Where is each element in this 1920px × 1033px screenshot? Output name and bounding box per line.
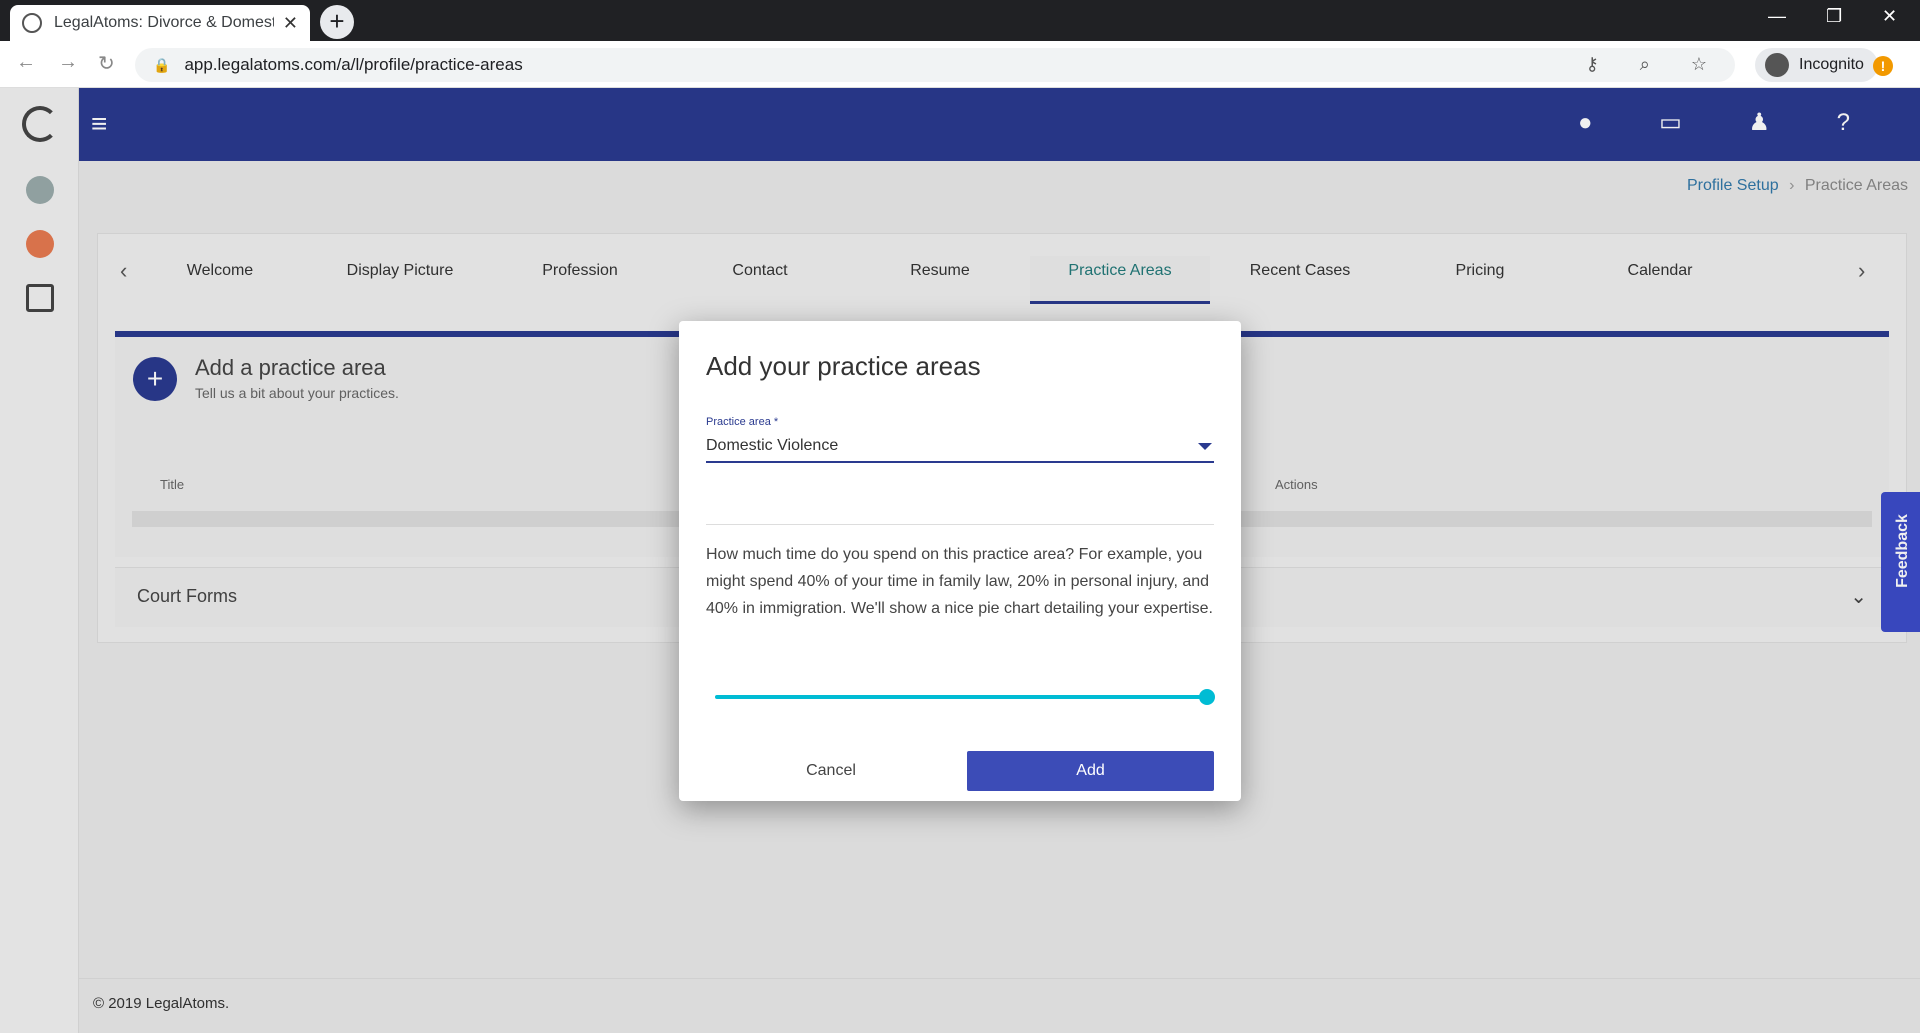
slider-thumb[interactable] — [1199, 689, 1215, 705]
time-percentage-slider[interactable] — [715, 689, 1215, 705]
practice-area-label: Practice area * — [706, 416, 779, 428]
forward-icon[interactable]: → — [58, 51, 78, 74]
new-tab-button[interactable]: + — [320, 5, 354, 39]
close-window-icon[interactable]: ✕ — [1882, 6, 1897, 27]
time-description: How much time do you spend on this pract… — [706, 546, 1213, 617]
restore-icon[interactable]: ❐ — [1826, 6, 1842, 27]
cancel-button[interactable]: Cancel — [706, 751, 956, 791]
incognito-badge[interactable]: Incognito — [1755, 48, 1878, 82]
close-tab-icon[interactable]: ✕ — [283, 13, 298, 34]
add-practice-areas-dialog: Add your practice areas Practice area * … — [679, 321, 1241, 801]
incognito-icon — [1765, 53, 1789, 77]
reload-icon[interactable]: ↻ — [98, 51, 115, 76]
practice-area-select[interactable]: Domestic Violence — [706, 433, 1214, 463]
tab-title: LegalAtoms: Divorce & Domestic — [54, 14, 274, 31]
update-alert-icon[interactable]: ! — [1873, 56, 1893, 76]
add-button[interactable]: Add — [967, 751, 1214, 791]
back-icon[interactable]: ← — [16, 51, 36, 74]
incognito-label: Incognito — [1799, 56, 1864, 73]
omnibox-icons[interactable]: ⚷ ⌕ ☆ — [1586, 54, 1725, 75]
divider — [706, 524, 1214, 525]
lock-icon: 🔒 — [153, 56, 171, 73]
practice-area-value: Domestic Violence — [706, 437, 839, 454]
legalatoms-favicon-icon — [22, 13, 42, 33]
minimize-icon[interactable]: — — [1768, 6, 1786, 27]
browser-tab[interactable]: LegalAtoms: Divorce & Domestic ✕ — [10, 5, 310, 41]
dialog-title: Add your practice areas — [706, 351, 981, 381]
url-field[interactable]: 🔒 app.legalatoms.com/a/l/profile/practic… — [135, 48, 1735, 82]
address-bar-row: ← → ↻ 🔒 app.legalatoms.com/a/l/profile/p… — [0, 41, 1920, 88]
browser-tab-strip: LegalAtoms: Divorce & Domestic ✕ + — ❐ ✕ — [0, 0, 1920, 41]
caret-down-icon — [1198, 443, 1212, 450]
url-text: app.legalatoms.com/a/l/profile/practice-… — [184, 55, 523, 74]
